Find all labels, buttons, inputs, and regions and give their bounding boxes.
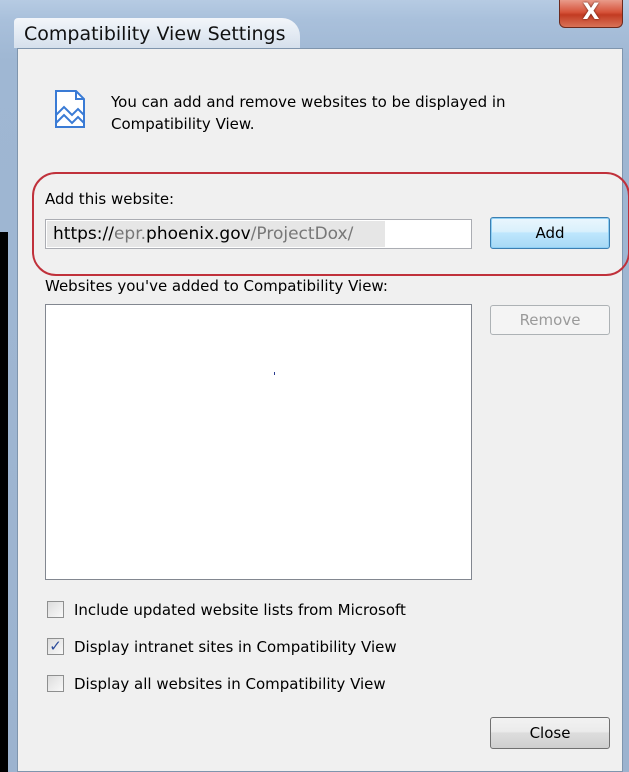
added-sites-list[interactable] bbox=[45, 304, 472, 580]
title-bar[interactable]: Compatibility View Settings X bbox=[8, 0, 623, 48]
compat-view-icon bbox=[55, 90, 85, 128]
add-button[interactable]: Add bbox=[490, 217, 610, 249]
dialog-body: You can add and remove websites to be di… bbox=[17, 48, 629, 772]
url-scheme: https:// bbox=[53, 224, 114, 244]
added-sites-label: Websites you've added to Compatibility V… bbox=[45, 277, 388, 295]
checkmark-icon: ✓ bbox=[49, 637, 62, 655]
window-title: Compatibility View Settings bbox=[14, 18, 300, 48]
option-label: Display intranet sites in Compatibility … bbox=[74, 638, 397, 656]
add-website-input[interactable]: https://epr.phoenix.gov/ProjectDox/ bbox=[45, 219, 472, 249]
option-label: Include updated website lists from Micro… bbox=[74, 601, 406, 619]
url-path: /ProjectDox/ bbox=[250, 224, 354, 244]
url-domain: phoenix.gov bbox=[146, 224, 251, 244]
checkbox-checked[interactable]: ✓ bbox=[47, 638, 64, 655]
background-window-edge bbox=[0, 232, 8, 772]
checkbox[interactable] bbox=[47, 601, 64, 618]
url-subdomain: epr. bbox=[113, 224, 147, 244]
option-label: Display all websites in Compatibility Vi… bbox=[74, 675, 386, 693]
url-text: https://epr.phoenix.gov/ProjectDox/ bbox=[53, 220, 353, 248]
checkbox[interactable] bbox=[47, 675, 64, 692]
add-website-label: Add this website: bbox=[45, 190, 175, 208]
close-button[interactable]: Close bbox=[490, 717, 610, 749]
close-window-button[interactable]: X bbox=[559, 0, 623, 28]
remove-button[interactable]: Remove bbox=[490, 305, 610, 335]
list-artifact bbox=[274, 372, 275, 375]
info-text: You can add and remove websites to be di… bbox=[111, 93, 506, 133]
